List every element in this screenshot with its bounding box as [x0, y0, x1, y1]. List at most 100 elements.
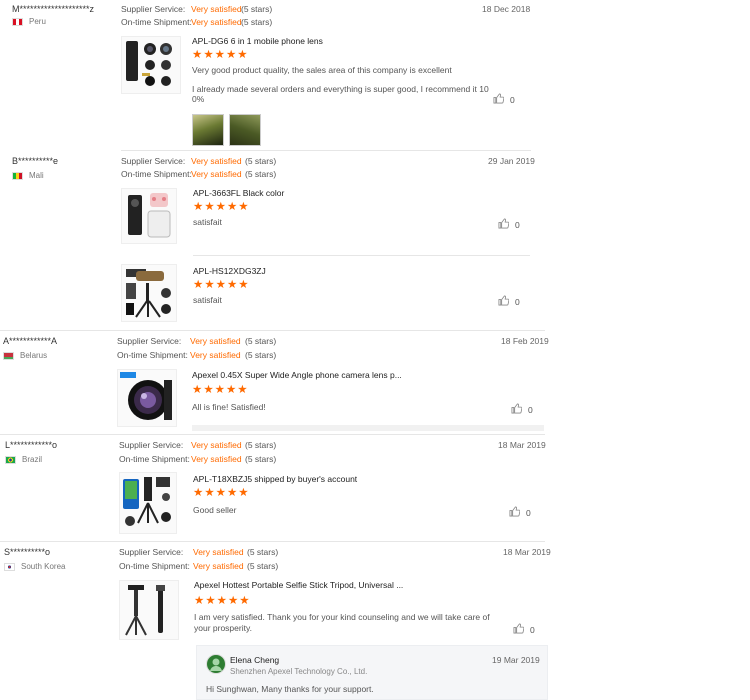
shipment-value: Very satisfied	[191, 17, 242, 27]
star-icon: ★	[193, 279, 204, 291]
star-icon: ★	[192, 49, 203, 61]
review-date: 18 Feb 2019	[501, 336, 549, 346]
divider	[193, 255, 530, 256]
thumbs-up-icon	[498, 218, 510, 231]
review-comment: satisfait	[193, 217, 222, 227]
product-name[interactable]: APL-DG6 6 in 1 mobile phone lens	[192, 36, 323, 46]
star-icon: ★	[227, 595, 239, 607]
star-icon: ★	[205, 595, 216, 607]
buyer-country: South Korea	[4, 562, 65, 571]
review-photo[interactable]	[192, 114, 224, 146]
star-icon: ★	[204, 279, 215, 291]
star-icon: ★	[225, 384, 237, 396]
shipment-value: Very satisfied	[191, 454, 242, 464]
review-date: 29 Jan 2019	[488, 156, 535, 166]
like-button[interactable]: 0	[513, 623, 535, 636]
star-icon: ★	[215, 487, 226, 499]
buyer-name: A************A	[3, 336, 58, 346]
review-comment: 0%	[192, 94, 205, 104]
star-icon: ★	[193, 201, 204, 213]
star-icon: ★	[214, 384, 225, 396]
star-icon: ★	[216, 595, 227, 607]
star-icon: ★	[192, 384, 203, 396]
star-icon: ★	[226, 487, 238, 499]
star-icon: ★	[237, 384, 248, 396]
star-icon: ★	[214, 49, 225, 61]
buyer-name: B**********e	[12, 156, 59, 166]
thumbs-up-icon	[493, 93, 505, 106]
rating-stars: ★ ★ ★ ★ ★	[193, 201, 249, 213]
review-comment: I already made several orders and everyt…	[192, 84, 489, 94]
review-comment: satisfait	[193, 295, 222, 305]
star-icon: ★	[203, 384, 214, 396]
supplier-service-value: Very satisfied	[191, 440, 242, 450]
supplier-service-value: Very satisfied	[191, 156, 242, 166]
product-thumbnail[interactable]	[121, 36, 181, 94]
divider	[121, 150, 531, 151]
like-button[interactable]: 0	[509, 506, 531, 519]
star-icon: ★	[225, 49, 237, 61]
buyer-country: Peru	[12, 17, 46, 26]
buyer-country: Brazil	[5, 455, 42, 464]
brazil-flag-icon	[5, 455, 16, 464]
reply-text: Hi Sunghwan, Many thanks for your suppor…	[206, 684, 374, 694]
like-button[interactable]: 0	[498, 218, 520, 231]
divider	[0, 541, 545, 542]
product-name[interactable]: Apexel Hottest Portable Selfie Stick Tri…	[194, 580, 403, 590]
shipment-value: Very satisfied	[190, 350, 241, 360]
product-name[interactable]: APL-HS12XDG3ZJ	[193, 266, 266, 276]
review-photo[interactable]	[229, 114, 261, 146]
product-thumbnail[interactable]	[121, 188, 177, 244]
star-icon: ★	[237, 49, 248, 61]
product-name[interactable]: APL-3663FL Black color	[193, 188, 284, 198]
buyer-name: S**********o	[4, 547, 51, 557]
review-comment: All is fine! Satisfied!	[192, 402, 266, 412]
product-name[interactable]: Apexel 0.45X Super Wide Angle phone came…	[192, 370, 402, 380]
product-thumbnail[interactable]	[119, 472, 177, 534]
product-thumbnail[interactable]	[121, 264, 177, 322]
peru-flag-icon	[12, 17, 23, 26]
scroll-bar[interactable]	[192, 425, 544, 431]
avatar	[206, 654, 226, 674]
supplier-service-value: Very satisfied	[193, 547, 244, 557]
belarus-flag-icon	[3, 351, 14, 360]
star-icon: ★	[204, 201, 215, 213]
supplier-reply: Elena Cheng Shenzhen Apexel Technology C…	[196, 645, 548, 700]
star-icon: ★	[226, 201, 238, 213]
buyer-country: Belarus	[3, 351, 47, 360]
review-date: 18 Mar 2019	[503, 547, 551, 557]
star-icon: ★	[215, 201, 226, 213]
shipment-value: Very satisfied	[191, 169, 242, 179]
like-button[interactable]: 0	[493, 93, 515, 106]
thumbs-up-icon	[511, 403, 523, 416]
shipment-value: Very satisfied	[193, 561, 244, 571]
rating-stars: ★ ★ ★ ★ ★	[192, 384, 248, 396]
divider	[0, 330, 545, 331]
rating-stars: ★ ★ ★ ★ ★	[193, 487, 249, 499]
star-icon: ★	[239, 595, 250, 607]
divider	[0, 434, 545, 435]
review-date: 18 Dec 2018	[482, 4, 531, 14]
review-date: 18 Mar 2019	[498, 440, 546, 450]
star-icon: ★	[215, 279, 226, 291]
star-icon: ★	[238, 487, 249, 499]
product-name[interactable]: APL-T18XBZJ5 shipped by buyer's account	[193, 474, 357, 484]
like-button[interactable]: 0	[511, 403, 533, 416]
rating-stars: ★ ★ ★ ★ ★	[194, 595, 250, 607]
reply-company: Shenzhen Apexel Technology Co., Ltd.	[230, 667, 368, 676]
buyer-name: M********************z	[12, 4, 95, 14]
star-icon: ★	[226, 279, 238, 291]
like-button[interactable]: 0	[498, 295, 520, 308]
review-comment: Very good product quality, the sales are…	[192, 65, 452, 75]
rating-stars: ★ ★ ★ ★ ★	[193, 279, 249, 291]
review-comment: Good seller	[193, 505, 237, 515]
star-icon: ★	[194, 595, 205, 607]
product-thumbnail[interactable]	[117, 369, 177, 427]
thumbs-up-icon	[513, 623, 525, 636]
product-thumbnail[interactable]	[119, 580, 179, 640]
star-icon: ★	[204, 487, 215, 499]
mali-flag-icon	[12, 171, 23, 180]
south-korea-flag-icon	[4, 562, 15, 571]
thumbs-up-icon	[509, 506, 521, 519]
star-icon: ★	[238, 279, 249, 291]
